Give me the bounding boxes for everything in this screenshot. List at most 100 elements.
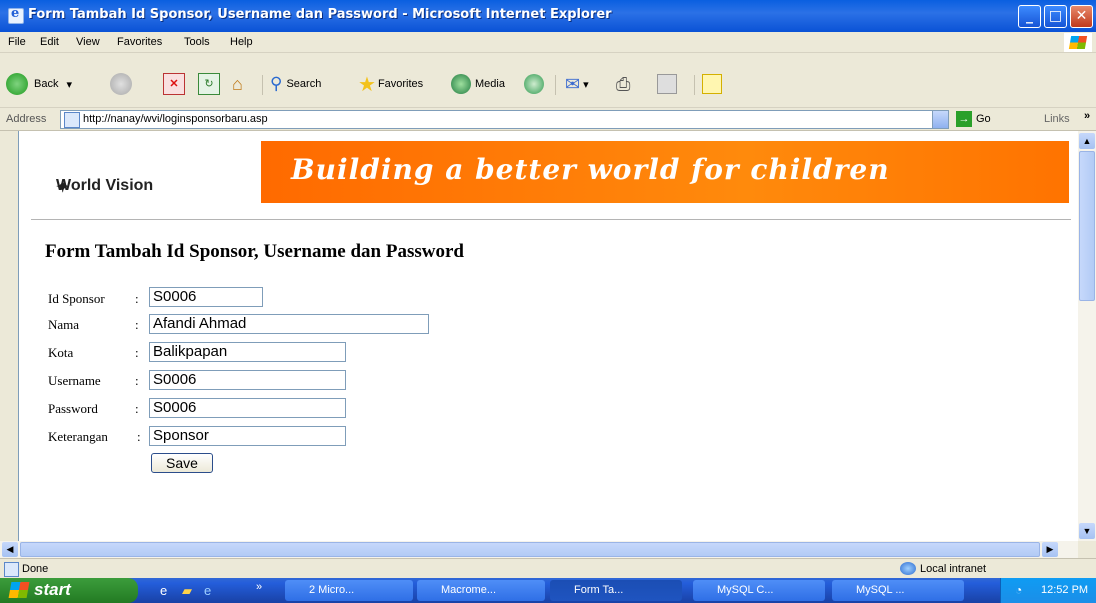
- scroll-thumb[interactable]: [1079, 151, 1095, 301]
- banner: World Vision ✦ Building a better world f…: [31, 141, 1069, 203]
- go-button[interactable]: → Go: [956, 110, 991, 127]
- task-form[interactable]: Form Ta...: [550, 580, 682, 601]
- logo-text: World Vision: [56, 177, 154, 194]
- refresh-icon: ↻: [198, 73, 220, 95]
- mail-button[interactable]: ✉ ▾: [565, 73, 589, 95]
- folder-quicklaunch-icon[interactable]: ▰: [182, 583, 192, 599]
- address-bar: Address http://nanay/wvi/loginsponsorbar…: [0, 108, 1096, 131]
- windows-logo-icon: [1064, 33, 1092, 52]
- system-tray: ◔ 12:52 PM: [1000, 578, 1096, 603]
- print-icon: ⎙: [616, 73, 631, 94]
- chevron-right-icon[interactable]: »: [256, 581, 262, 593]
- ie-window: Form Tambah Id Sponsor, Username dan Pas…: [0, 0, 1096, 603]
- save-button[interactable]: Save: [151, 453, 213, 473]
- label-password: Password:: [48, 401, 139, 416]
- username-input[interactable]: S0006: [149, 370, 346, 390]
- scroll-right-icon[interactable]: ▶: [1042, 542, 1058, 557]
- start-button[interactable]: start: [0, 578, 138, 603]
- status-text: Done: [22, 563, 49, 575]
- menu-bar: File Edit View Favorites Tools Help: [0, 32, 1096, 53]
- menu-tools[interactable]: Tools: [184, 36, 210, 48]
- messenger-button[interactable]: [702, 73, 722, 95]
- globe-icon: [900, 562, 916, 575]
- edit-icon: [657, 74, 677, 94]
- speaker-icon[interactable]: ◔: [1015, 583, 1022, 597]
- address-label: Address: [6, 113, 47, 125]
- forward-button[interactable]: [110, 73, 132, 95]
- task-macromedia[interactable]: Macrome...: [417, 580, 545, 601]
- favorites-label: Favorites: [377, 78, 424, 90]
- password-input[interactable]: S0006: [149, 398, 346, 418]
- page-icon: [64, 112, 80, 128]
- back-button[interactable]: Back ▾: [6, 73, 72, 95]
- banner-slogan: Building a better world for children: [291, 153, 890, 186]
- maximize-button[interactable]: □: [1044, 5, 1067, 28]
- ie-quicklaunch-icon[interactable]: e: [160, 583, 167, 598]
- toolbar: Back ▾ ✕ ↻ ⌂ ⚲ Search ★ Favorites Media: [0, 53, 1096, 108]
- menu-file[interactable]: File: [8, 36, 26, 48]
- scroll-down-icon[interactable]: ▼: [1079, 523, 1095, 539]
- links-label[interactable]: Links: [1044, 113, 1070, 125]
- print-button[interactable]: ⎙: [616, 73, 630, 95]
- taskbar: start e ▰ e » 2 Micro... Macrome... Form…: [0, 578, 1096, 603]
- task-word[interactable]: 2 Micro...: [285, 580, 413, 601]
- nama-input[interactable]: Afandi Ahmad: [149, 314, 429, 334]
- go-arrow-icon: →: [956, 110, 972, 127]
- vertical-scrollbar[interactable]: ▲ ▼: [1078, 131, 1096, 541]
- star-icon: ✦: [56, 179, 70, 196]
- scroll-up-icon[interactable]: ▲: [1079, 133, 1095, 149]
- windows-logo-icon: [8, 582, 30, 598]
- menu-favorites[interactable]: Favorites: [117, 36, 162, 48]
- clock: 12:52 PM: [1041, 584, 1089, 596]
- task-mysql-c[interactable]: MySQL C...: [693, 580, 825, 601]
- scroll-left-icon[interactable]: ◀: [2, 542, 18, 557]
- label-nama: Nama:: [48, 317, 139, 332]
- address-dropdown-button[interactable]: [932, 110, 949, 129]
- menu-view[interactable]: View: [76, 36, 100, 48]
- label-id-sponsor: Id Sponsor:: [48, 291, 139, 306]
- search-button[interactable]: ⚲ Search: [270, 73, 321, 95]
- label-keterangan: Keterangan:: [48, 429, 141, 444]
- kota-input[interactable]: Balikpapan: [149, 342, 346, 362]
- ie-quicklaunch-icon[interactable]: e: [204, 583, 211, 598]
- edit-button[interactable]: [657, 73, 677, 95]
- address-url: http://nanay/wvi/loginsponsorbaru.asp: [83, 113, 268, 125]
- media-label: Media: [475, 78, 505, 90]
- chevron-down-icon[interactable]: ▾: [66, 78, 72, 91]
- search-label: Search: [286, 78, 322, 90]
- stop-button[interactable]: ✕: [163, 73, 185, 95]
- keterangan-input[interactable]: Sponsor: [149, 426, 346, 446]
- page-content: World Vision ✦ Building a better world f…: [18, 131, 1079, 541]
- back-label: Back: [34, 78, 59, 90]
- refresh-button[interactable]: ↻: [198, 73, 220, 95]
- note-icon: [702, 74, 722, 94]
- world-vision-logo: World Vision ✦: [31, 141, 271, 203]
- address-input[interactable]: http://nanay/wvi/loginsponsorbaru.asp: [60, 110, 934, 129]
- id-sponsor-input[interactable]: S0006: [149, 287, 263, 307]
- favorites-button[interactable]: ★ Favorites: [358, 73, 424, 96]
- banner-orange: Building a better world for children: [261, 141, 1069, 203]
- task-mysql[interactable]: MySQL ...: [832, 580, 964, 601]
- close-button[interactable]: ✕: [1070, 5, 1093, 28]
- home-button[interactable]: ⌂: [232, 73, 243, 95]
- search-icon: ⚲: [270, 74, 283, 93]
- stop-icon: ✕: [163, 73, 185, 95]
- history-button[interactable]: [524, 73, 544, 95]
- divider: [31, 219, 1071, 220]
- media-button[interactable]: Media: [451, 73, 505, 95]
- chevron-down-icon[interactable]: ▾: [583, 78, 589, 91]
- minimize-button[interactable]: _: [1018, 5, 1041, 28]
- chevron-right-icon[interactable]: »: [1084, 110, 1090, 122]
- label-kota: Kota:: [48, 345, 139, 360]
- hscroll-thumb[interactable]: [20, 542, 1040, 557]
- media-icon: [451, 74, 471, 94]
- label-username: Username:: [48, 373, 139, 388]
- history-icon: [524, 74, 544, 94]
- title-bar[interactable]: Form Tambah Id Sponsor, Username dan Pas…: [0, 0, 1096, 32]
- horizontal-scrollbar[interactable]: ◀ ▶: [0, 541, 1078, 558]
- menu-help[interactable]: Help: [230, 36, 253, 48]
- ie-icon: [8, 6, 24, 24]
- mail-icon: ✉: [565, 73, 581, 94]
- page-title: Form Tambah Id Sponsor, Username dan Pas…: [45, 241, 464, 262]
- menu-edit[interactable]: Edit: [40, 36, 59, 48]
